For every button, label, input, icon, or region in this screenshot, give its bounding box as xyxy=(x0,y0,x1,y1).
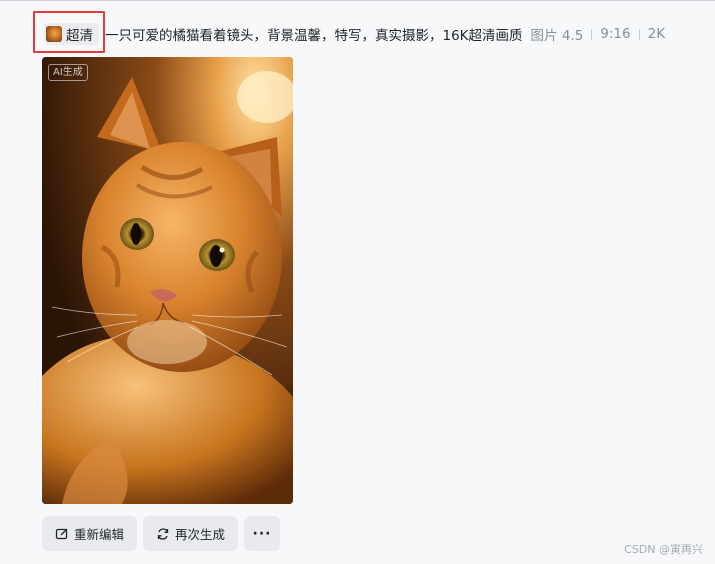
more-button[interactable]: ··· xyxy=(244,516,281,551)
meta-separator xyxy=(591,28,593,40)
reedit-button[interactable]: 重新编辑 xyxy=(42,516,138,551)
watermark: CSDN @寅再兴 xyxy=(624,543,703,556)
action-bar: 重新编辑 再次生成 ··· xyxy=(42,516,281,551)
generation-meta: 图片 4.5 9:16 2K xyxy=(531,24,666,44)
cat-thumbnail-icon xyxy=(46,26,62,42)
top-divider xyxy=(0,0,715,1)
reedit-label: 重新编辑 xyxy=(74,527,125,542)
generated-image[interactable]: AI生成 xyxy=(42,57,293,504)
meta-separator xyxy=(638,28,640,40)
ai-generated-badge: AI生成 xyxy=(48,64,88,81)
cat-photo xyxy=(42,57,293,504)
prompt-text: 一只可爱的橘猫看着镜头，背景温馨，特写，真实摄影，16K超清画质 xyxy=(105,28,523,44)
regenerate-label: 再次生成 xyxy=(175,527,226,542)
edit-icon xyxy=(55,528,68,539)
regenerate-button[interactable]: 再次生成 xyxy=(143,516,239,551)
more-icon: ··· xyxy=(252,525,272,542)
ratio-label: 9:16 xyxy=(600,26,631,42)
model-label: 图片 4.5 xyxy=(530,28,584,44)
quality-chip[interactable]: 超清 xyxy=(44,23,99,45)
page: 超清 一只可爱的橘猫看着镜头，背景温馨，特写，真实摄影，16K超清画质 图片 4… xyxy=(0,0,715,564)
resolution-label: 2K xyxy=(647,26,666,42)
quality-chip-label: 超清 xyxy=(66,28,93,44)
prompt-row: 超清 一只可爱的橘猫看着镜头，背景温馨，特写，真实摄影，16K超清画质 图片 4… xyxy=(44,22,665,46)
refresh-icon xyxy=(157,527,169,540)
